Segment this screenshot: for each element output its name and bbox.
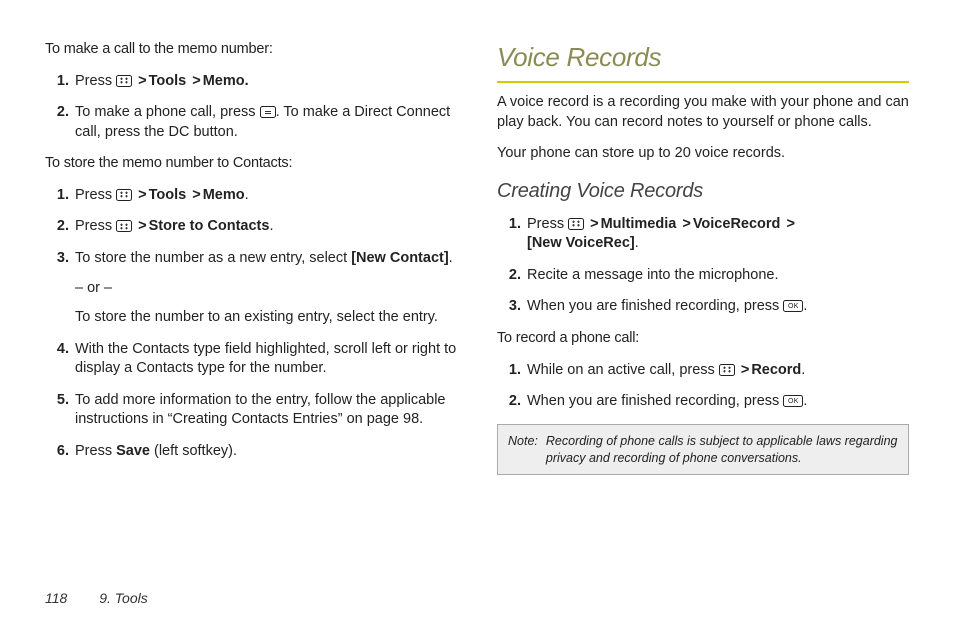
page-number: 118 bbox=[45, 590, 95, 606]
page-footer: 118 9. Tools bbox=[45, 589, 148, 608]
section-heading-voice-records: Voice Records bbox=[497, 40, 909, 75]
or-divider: – or – bbox=[75, 279, 457, 299]
text: . bbox=[803, 298, 807, 314]
right-column: Voice Records A voice record is a record… bbox=[497, 40, 909, 475]
list-item: Press >Store to Contacts. bbox=[73, 217, 457, 237]
note-text: Recording of phone calls is subject to a… bbox=[546, 433, 898, 467]
menu-key-icon bbox=[116, 220, 132, 232]
menu-key-icon bbox=[116, 75, 132, 87]
path-tools: Tools bbox=[149, 187, 187, 203]
chevron-right-icon: > bbox=[680, 216, 692, 232]
path-record: Record bbox=[751, 362, 801, 378]
lead-record-call: To record a phone call: bbox=[497, 329, 909, 349]
chevron-right-icon: > bbox=[136, 187, 148, 203]
voice-records-desc: A voice record is a recording you make w… bbox=[497, 93, 909, 132]
voice-records-capacity: Your phone can store up to 20 voice reco… bbox=[497, 144, 909, 164]
text: To store the number to an existing entry… bbox=[75, 308, 457, 328]
chevron-right-icon: > bbox=[588, 216, 600, 232]
lead-make-call: To make a call to the memo number: bbox=[45, 40, 457, 60]
path-voicerecord: VoiceRecord bbox=[693, 216, 781, 232]
note-box: Note: Recording of phone calls is subjec… bbox=[497, 424, 909, 476]
path-store: Store to Contacts bbox=[149, 218, 270, 234]
chevron-right-icon: > bbox=[136, 73, 148, 89]
path-memo: Memo. bbox=[203, 73, 249, 89]
list-item: Recite a message into the microphone. bbox=[525, 266, 909, 286]
lead-store-contacts: To store the memo number to Contacts: bbox=[45, 154, 457, 174]
make-call-steps: Press >Tools >Memo. To make a phone call… bbox=[45, 72, 457, 143]
creating-steps: Press >Multimedia >VoiceRecord >[New Voi… bbox=[497, 215, 909, 317]
text: (left softkey). bbox=[150, 443, 237, 459]
chevron-right-icon: > bbox=[784, 216, 796, 232]
path-tools: Tools bbox=[149, 73, 187, 89]
note-label: Note: bbox=[508, 433, 538, 467]
text: Press bbox=[75, 187, 116, 203]
ok-key-icon bbox=[783, 300, 803, 312]
list-item: When you are finished recording, press . bbox=[525, 392, 909, 412]
menu-key-icon bbox=[116, 189, 132, 201]
list-item: Press >Multimedia >VoiceRecord >[New Voi… bbox=[525, 215, 909, 254]
list-item: When you are finished recording, press . bbox=[525, 297, 909, 317]
section-rule bbox=[497, 81, 909, 83]
chapter-label: 9. Tools bbox=[99, 590, 148, 606]
list-item: Press Save (left softkey). bbox=[73, 442, 457, 462]
list-item: Press >Tools >Memo. bbox=[73, 72, 457, 92]
subheading-creating: Creating Voice Records bbox=[497, 178, 909, 205]
text: When you are finished recording, press bbox=[527, 393, 783, 409]
record-call-steps: While on an active call, press >Record. … bbox=[497, 361, 909, 412]
text: To make a phone call, press bbox=[75, 104, 260, 120]
text: Press bbox=[75, 218, 116, 234]
ok-key-icon bbox=[783, 395, 803, 407]
path-multimedia: Multimedia bbox=[601, 216, 677, 232]
path-memo: Memo bbox=[203, 187, 245, 203]
chevron-right-icon: > bbox=[190, 187, 202, 203]
list-item: To make a phone call, press . To make a … bbox=[73, 103, 457, 142]
chevron-right-icon: > bbox=[136, 218, 148, 234]
path-new-voicerec: [New VoiceRec] bbox=[527, 235, 635, 251]
list-item: To add more information to the entry, fo… bbox=[73, 391, 457, 430]
menu-key-icon bbox=[568, 218, 584, 230]
text: Press bbox=[527, 216, 568, 232]
text: While on an active call, press bbox=[527, 362, 719, 378]
menu-key-icon bbox=[719, 364, 735, 376]
text: Press bbox=[75, 443, 116, 459]
left-column: To make a call to the memo number: Press… bbox=[45, 40, 457, 475]
text: Press bbox=[75, 73, 116, 89]
store-contacts-steps: Press >Tools >Memo. Press >Store to Cont… bbox=[45, 186, 457, 462]
chevron-right-icon: > bbox=[739, 362, 751, 378]
talk-key-icon bbox=[260, 106, 276, 118]
chevron-right-icon: > bbox=[190, 73, 202, 89]
list-item: While on an active call, press >Record. bbox=[525, 361, 909, 381]
new-contact-label: [New Contact] bbox=[351, 250, 448, 266]
save-label: Save bbox=[116, 443, 150, 459]
text: . bbox=[803, 393, 807, 409]
list-item: Press >Tools >Memo. bbox=[73, 186, 457, 206]
text: When you are finished recording, press bbox=[527, 298, 783, 314]
list-item: With the Contacts type field highlighted… bbox=[73, 340, 457, 379]
list-item: To store the number as a new entry, sele… bbox=[73, 249, 457, 328]
text: To store the number as a new entry, sele… bbox=[75, 250, 351, 266]
